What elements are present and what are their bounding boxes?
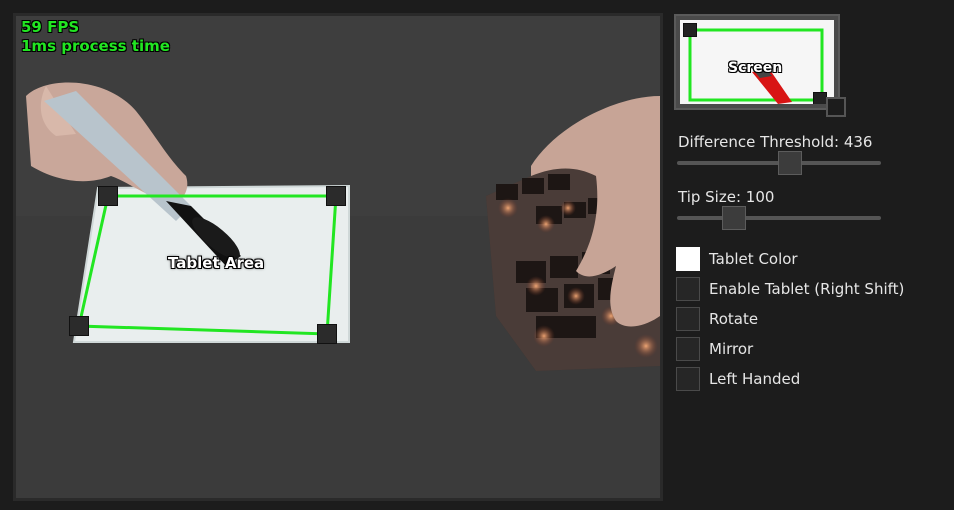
corner-handle-bottom-right[interactable] bbox=[317, 324, 337, 344]
preview-resize-handle[interactable] bbox=[826, 97, 846, 117]
tip-size-slider[interactable] bbox=[677, 216, 881, 220]
fps-counter: 59 FPS bbox=[21, 18, 80, 36]
screen-preview-canvas: Screen bbox=[680, 20, 834, 104]
corner-handle-top-right[interactable] bbox=[326, 186, 346, 206]
process-time-text: 1ms process time bbox=[21, 37, 170, 55]
rotate-checkbox[interactable]: Rotate bbox=[676, 306, 758, 332]
checkbox-box[interactable] bbox=[676, 307, 700, 331]
corner-handle-bottom-left[interactable] bbox=[69, 316, 89, 336]
camera-view[interactable]: 59 FPS 1ms process time Tablet Area bbox=[13, 13, 663, 501]
checkbox-box[interactable] bbox=[676, 277, 700, 301]
checkbox-label: Rotate bbox=[709, 310, 759, 328]
checkbox-box[interactable] bbox=[676, 367, 700, 391]
checkbox-label: Enable Tablet (Right Shift) bbox=[709, 280, 905, 298]
checkbox-box[interactable] bbox=[676, 337, 700, 361]
preview-handle-bottom-right[interactable] bbox=[813, 92, 827, 104]
checkbox-box[interactable] bbox=[676, 247, 700, 271]
tablet-color-checkbox[interactable]: Tablet Color bbox=[676, 246, 798, 272]
mirror-checkbox[interactable]: Mirror bbox=[676, 336, 753, 362]
camera-feed-image bbox=[16, 16, 660, 498]
tip-size-label: Tip Size: 100 bbox=[678, 188, 775, 206]
tablet-area-label: Tablet Area bbox=[168, 254, 265, 272]
checkbox-label: Mirror bbox=[709, 340, 754, 358]
difference-threshold-label: Difference Threshold: 436 bbox=[678, 133, 873, 151]
checkbox-label: Left Handed bbox=[709, 370, 801, 388]
checkbox-label: Tablet Color bbox=[709, 250, 798, 268]
corner-handle-top-left[interactable] bbox=[98, 186, 118, 206]
screen-label: Screen bbox=[728, 60, 783, 76]
left-handed-checkbox[interactable]: Left Handed bbox=[676, 366, 800, 392]
tip-size-thumb[interactable] bbox=[722, 206, 746, 230]
screen-preview[interactable]: Screen bbox=[674, 14, 840, 110]
enable-tablet-checkbox[interactable]: Enable Tablet (Right Shift) bbox=[676, 276, 904, 302]
difference-threshold-thumb[interactable] bbox=[777, 151, 802, 175]
preview-handle-top-left[interactable] bbox=[683, 23, 697, 37]
